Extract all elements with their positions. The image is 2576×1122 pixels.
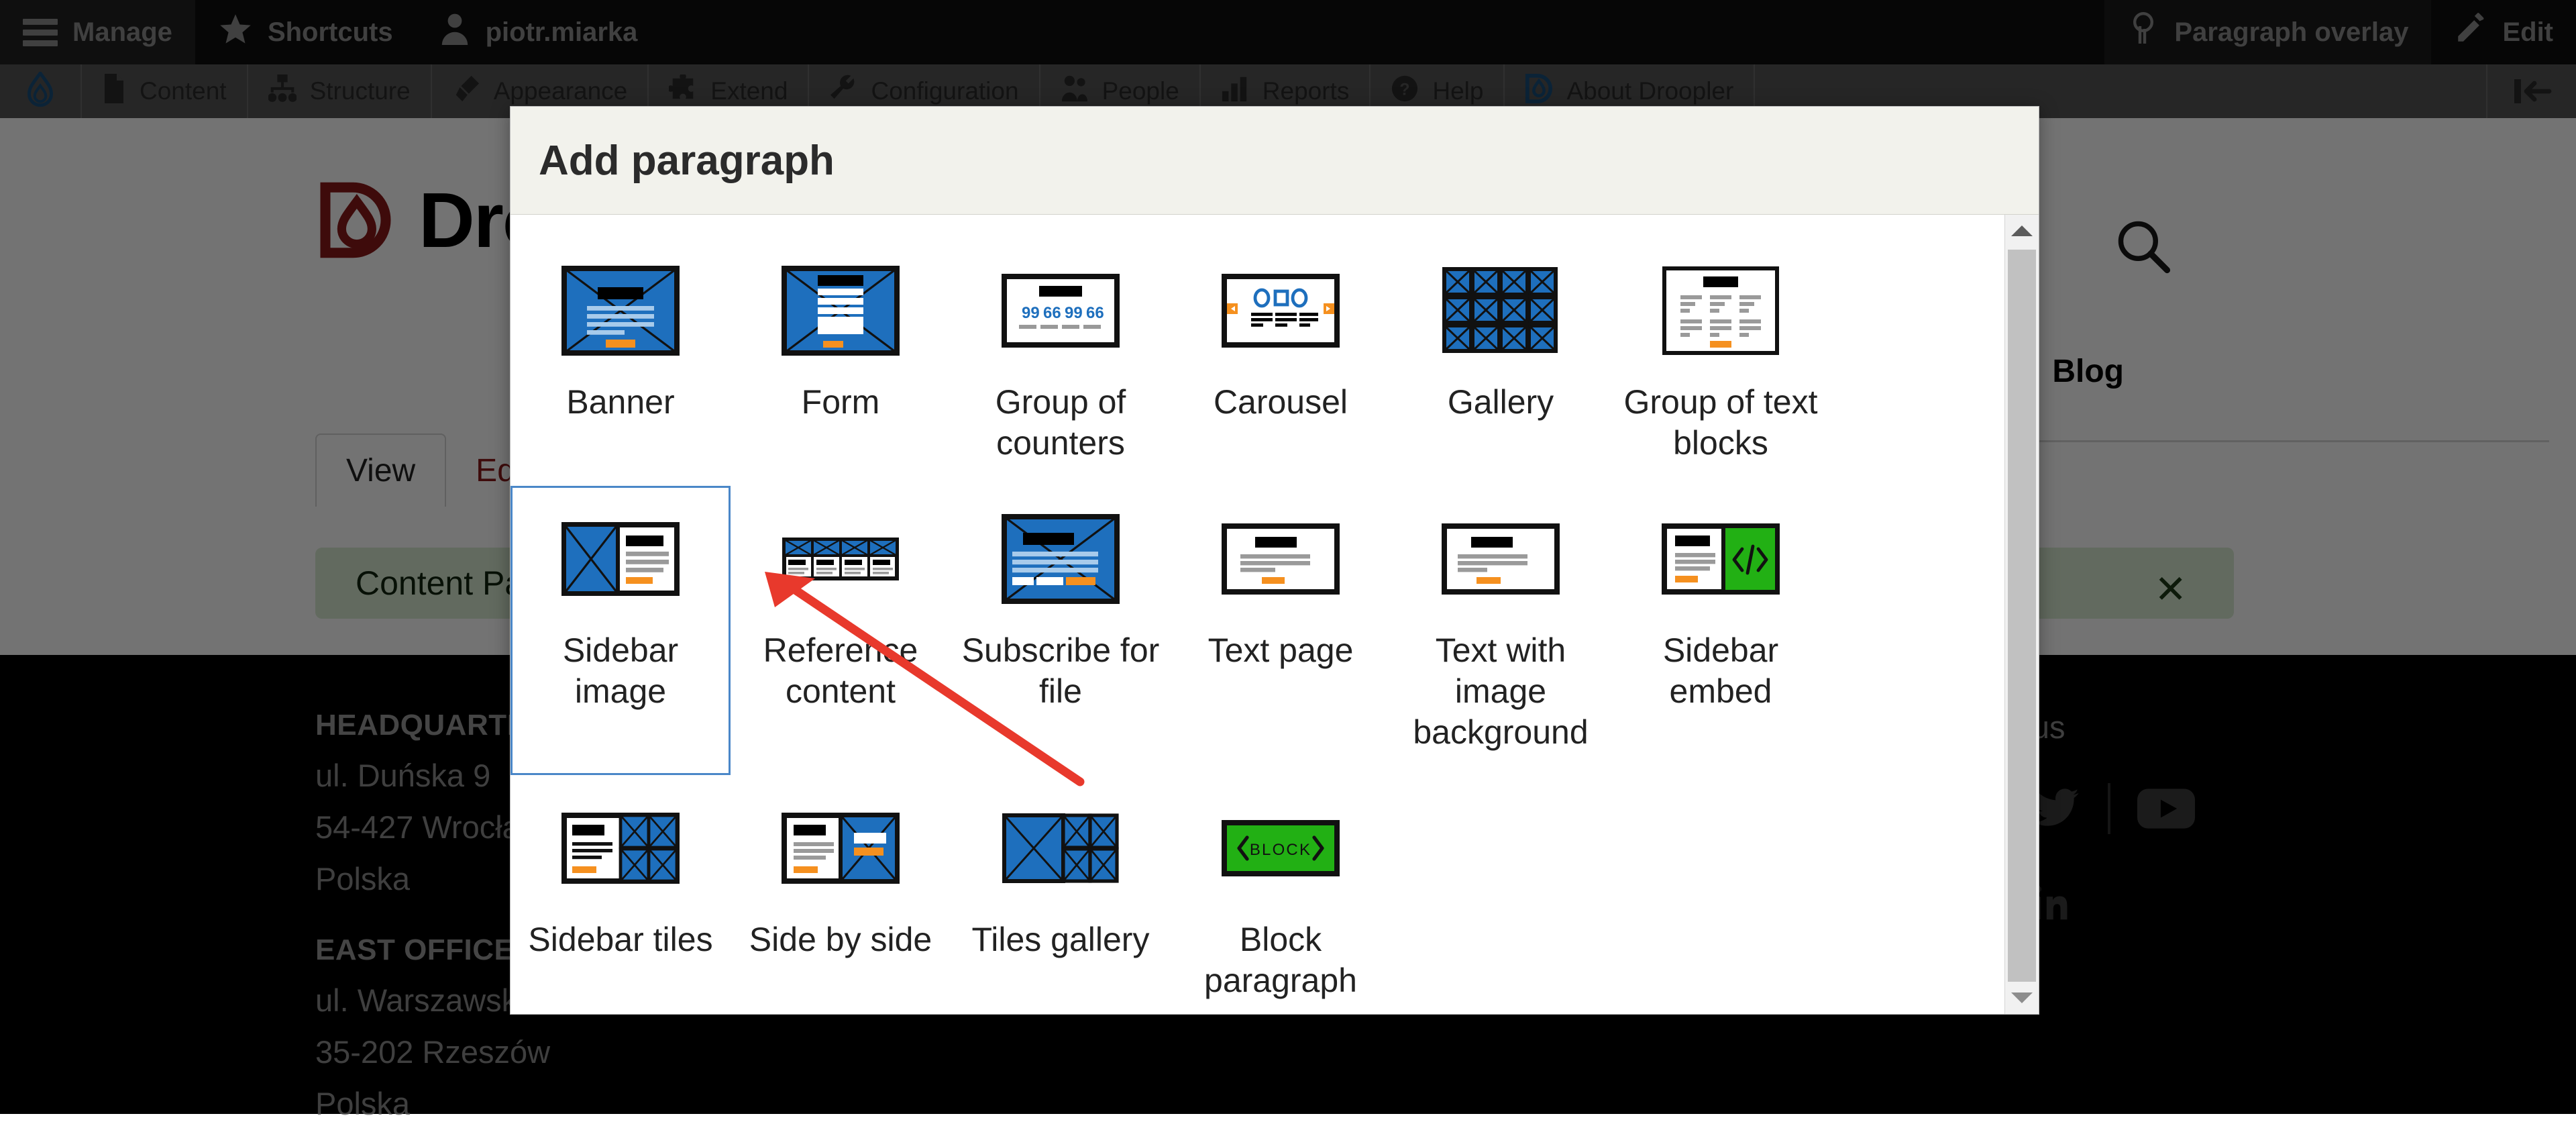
sidebar-tiles-thumb: [561, 795, 680, 902]
scroll-up-arrow-icon[interactable]: [2005, 215, 2039, 247]
text-blocks-thumb: [1662, 257, 1780, 364]
sidebar-embed-thumb: [1662, 505, 1780, 613]
paragraph-type-reference-content[interactable]: Reference content: [731, 486, 951, 775]
gallery-thumb: [1442, 257, 1560, 364]
banner-thumb: [561, 257, 680, 364]
paragraph-type-carousel[interactable]: Carousel: [1171, 238, 1391, 486]
paragraph-type-label: Sidebar image: [562, 631, 679, 710]
scroll-down-arrow-icon[interactable]: [2005, 982, 2039, 1014]
paragraph-type-label: Banner: [566, 383, 675, 421]
paragraph-type-label: Gallery: [1447, 383, 1554, 421]
paragraph-type-text-page[interactable]: Text page: [1171, 486, 1391, 775]
dialog-scrollbar[interactable]: [2004, 215, 2039, 1014]
paragraph-type-label: Reference content: [763, 631, 918, 710]
svg-text:66: 66: [1043, 304, 1061, 322]
paragraph-type-label: Text with image background: [1413, 631, 1589, 751]
paragraph-type-group-of-counters[interactable]: 99 66 99 66 Group of counters: [951, 238, 1171, 486]
svg-text:99: 99: [1022, 304, 1040, 322]
paragraph-type-label: Form: [801, 383, 880, 421]
paragraph-type-label: Group of text blocks: [1623, 383, 1818, 462]
paragraph-type-gallery[interactable]: Gallery: [1391, 238, 1611, 486]
paragraph-type-form[interactable]: Form: [731, 238, 951, 486]
dialog-header: Add paragraph: [511, 107, 2039, 215]
paragraph-type-banner[interactable]: Banner: [511, 238, 731, 486]
paragraph-type-side-by-side[interactable]: Side by side: [731, 775, 951, 1014]
text-page-thumb: [1222, 505, 1340, 613]
paragraph-type-label: Side by side: [749, 921, 932, 958]
reference-content-thumb: [782, 505, 900, 613]
svg-text:66: 66: [1086, 304, 1104, 322]
paragraph-type-label: Block paragraph: [1204, 921, 1357, 999]
paragraph-type-block-paragraph[interactable]: BLOCK Block paragraph: [1171, 775, 1391, 1014]
paragraph-type-label: Tiles gallery: [971, 921, 1150, 958]
paragraph-type-sidebar-image[interactable]: Sidebar image: [511, 486, 731, 775]
counters-thumb: 99 66 99 66: [1002, 257, 1120, 364]
form-thumb: [782, 257, 900, 364]
paragraph-type-label: Subscribe for file: [961, 631, 1160, 710]
paragraph-type-subscribe-for-file[interactable]: Subscribe for file: [951, 486, 1171, 775]
add-paragraph-dialog: Add paragraph Banner Form 99 66 99 66 Gr…: [510, 106, 2039, 1015]
subscribe-file-thumb: [1002, 505, 1120, 613]
paragraph-type-label: Group of counters: [995, 383, 1126, 462]
paragraph-type-group-of-text-blocks[interactable]: Group of text blocks: [1611, 238, 1831, 486]
paragraph-type-tiles-gallery[interactable]: Tiles gallery: [951, 775, 1171, 1014]
side-by-side-thumb: [782, 795, 900, 902]
paragraph-type-label: Text page: [1208, 631, 1354, 669]
paragraph-type-label: Sidebar embed: [1662, 631, 1779, 710]
carousel-thumb: [1222, 257, 1340, 364]
paragraph-type-label: Sidebar tiles: [528, 921, 713, 958]
paragraph-type-sidebar-tiles[interactable]: Sidebar tiles: [511, 775, 731, 1014]
svg-text:99: 99: [1065, 304, 1083, 322]
text-image-bg-thumb: [1442, 505, 1560, 613]
block-badge-text: BLOCK: [1250, 841, 1311, 859]
scrollbar-thumb[interactable]: [2008, 250, 2036, 1014]
block-paragraph-thumb: BLOCK: [1222, 795, 1340, 902]
dialog-title: Add paragraph: [539, 137, 835, 184]
paragraph-type-grid: Banner Form 99 66 99 66 Group of counter…: [511, 215, 2005, 1014]
tiles-gallery-thumb: [1002, 795, 1120, 902]
sidebar-image-thumb: [561, 505, 680, 613]
dialog-body: Banner Form 99 66 99 66 Group of counter…: [511, 215, 2039, 1014]
paragraph-type-label: Carousel: [1213, 383, 1348, 421]
paragraph-type-text-with-image-background[interactable]: Text with image background: [1391, 486, 1611, 775]
paragraph-type-sidebar-embed[interactable]: Sidebar embed: [1611, 486, 1831, 775]
